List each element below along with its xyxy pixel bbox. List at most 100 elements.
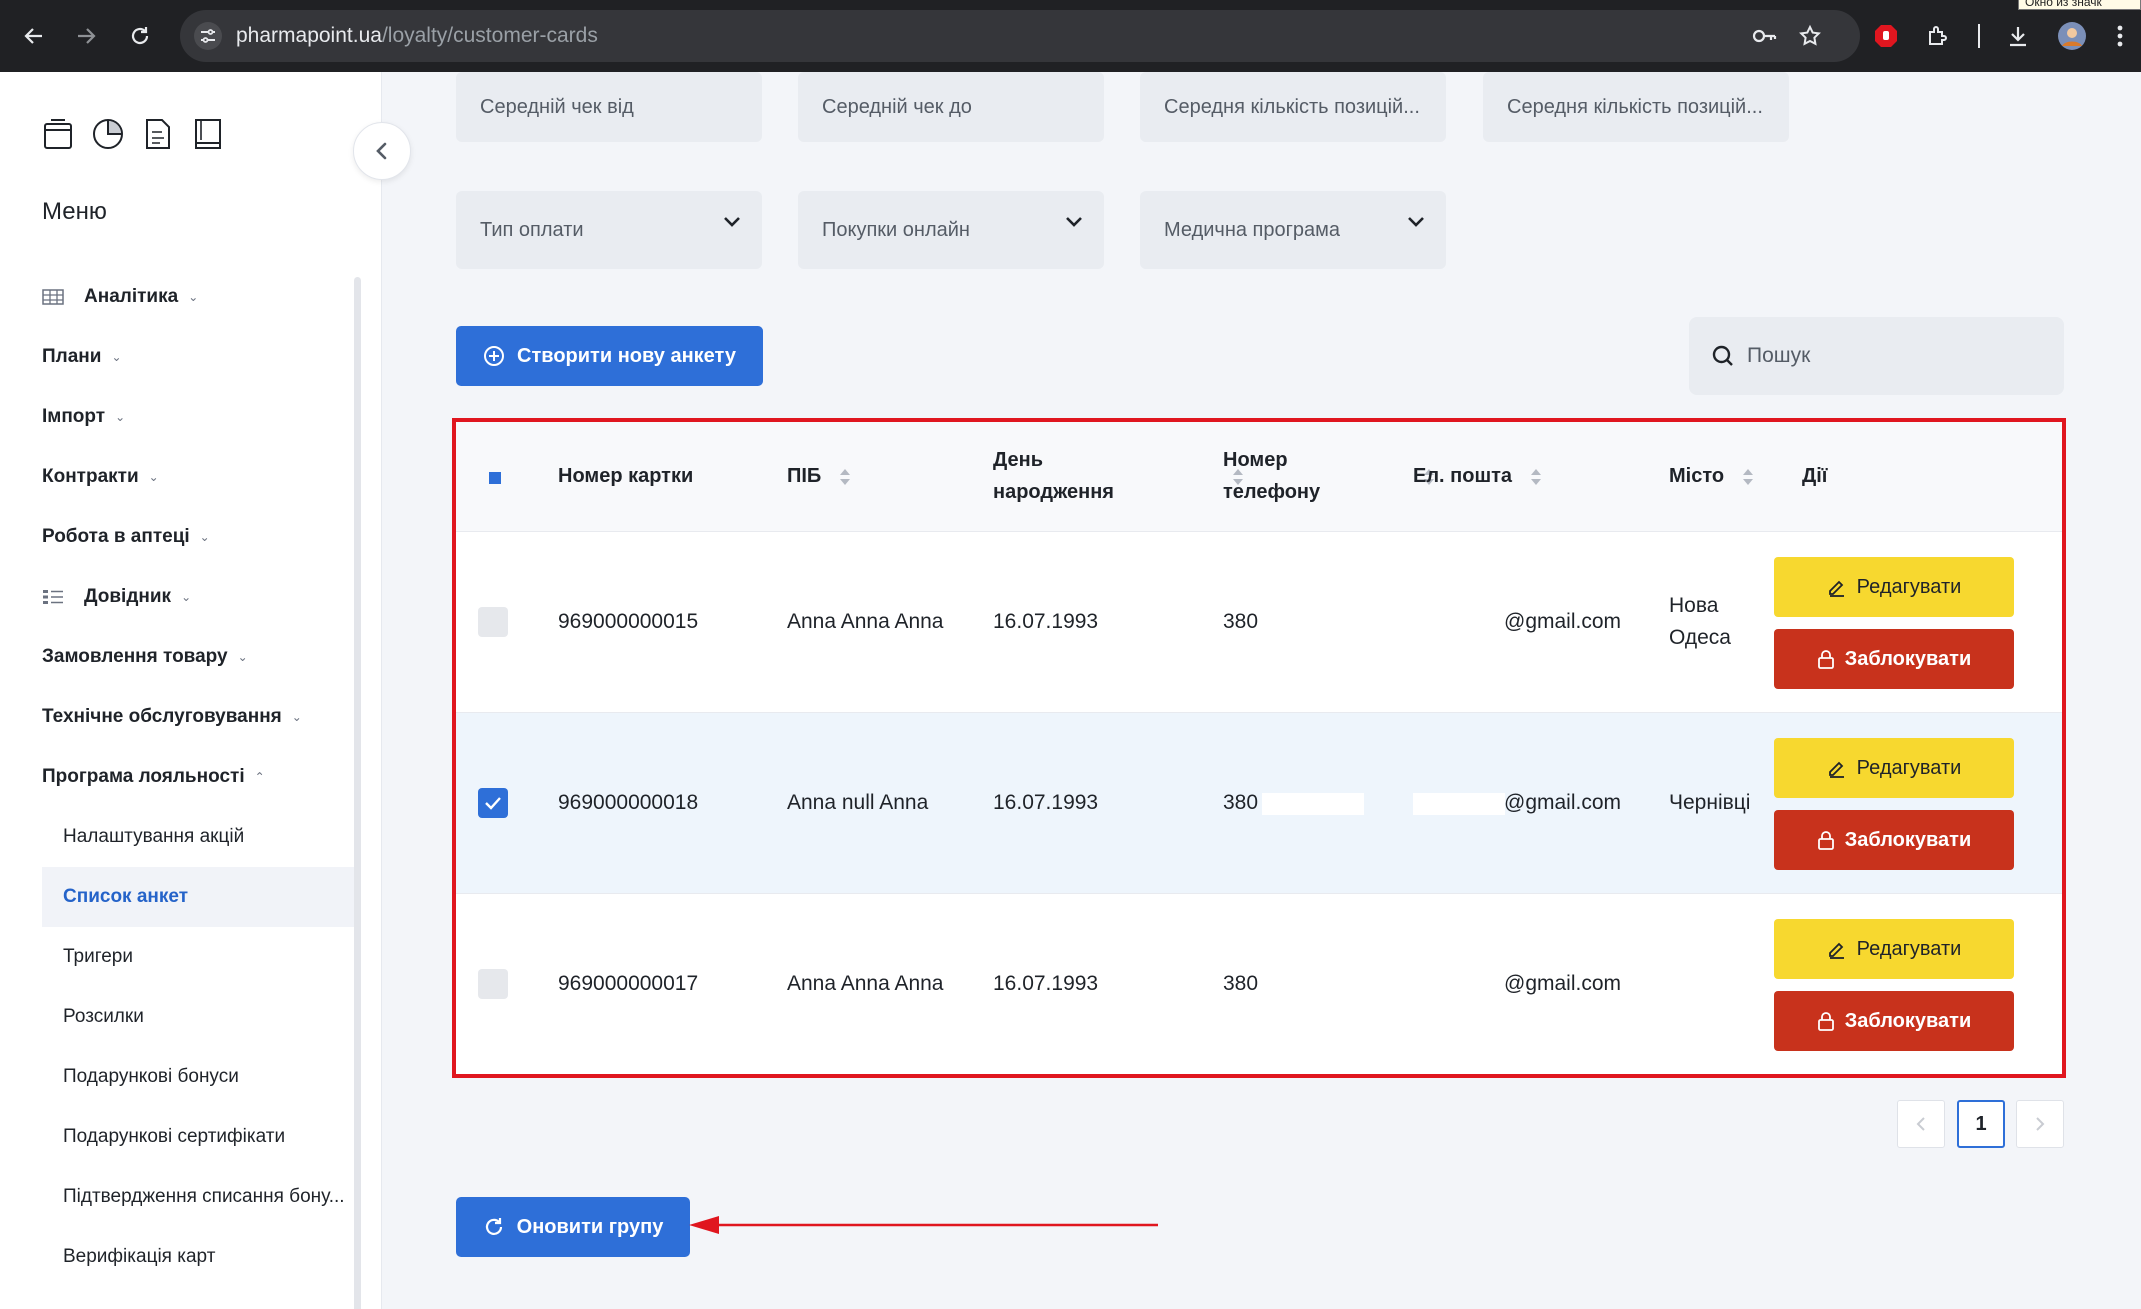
checkmark-icon xyxy=(485,797,501,810)
main-content: Середній чек від Середній чек до Середня… xyxy=(382,72,2141,1309)
menu-title: Меню xyxy=(42,198,107,225)
row-checkbox[interactable] xyxy=(478,969,508,999)
site-settings-icon[interactable] xyxy=(194,22,222,50)
sidebar-item-label: Аналітика xyxy=(84,286,179,307)
name-cell: Anna null Anna xyxy=(787,791,929,814)
document-icon[interactable] xyxy=(142,116,174,152)
sidebar-item-label: Довідник xyxy=(84,586,172,607)
sort-icon xyxy=(1742,468,1753,485)
edit-button[interactable]: Редагувати xyxy=(1774,919,2014,979)
avg-items-from-field[interactable]: Середня кількість позицій... xyxy=(1140,72,1446,142)
chevron-up-icon: ⌃ xyxy=(254,770,265,784)
chevron-left-icon xyxy=(1916,1117,1925,1131)
pie-chart-icon[interactable] xyxy=(92,116,124,152)
sidebar-quick-icons xyxy=(42,116,224,152)
chevron-down-icon: ⌄ xyxy=(188,290,199,304)
chevron-right-icon xyxy=(2036,1117,2045,1131)
sidebar-subitem-triggers[interactable]: Тригери xyxy=(42,927,354,987)
chevron-down-icon: ⌄ xyxy=(291,710,302,724)
col-birthday[interactable]: День народження xyxy=(993,444,1114,508)
sidebar-item-pharmacy-work[interactable]: Робота в аптеці ⌄ xyxy=(42,507,210,567)
extensions-puzzle-icon[interactable] xyxy=(1920,18,1956,54)
col-name[interactable]: ПІБ xyxy=(787,460,851,492)
sidebar-item-reference[interactable]: Довідник ⌄ xyxy=(42,567,191,627)
sidebar-item-loyalty[interactable]: Програма лояльності ⌃ xyxy=(42,747,265,807)
bookmark-star-icon[interactable] xyxy=(1792,18,1828,54)
chevron-down-icon xyxy=(724,217,740,227)
online-purchases-select[interactable]: Покупки онлайн xyxy=(798,191,1104,269)
sidebar-item-import[interactable]: Імпорт ⌄ xyxy=(42,387,125,447)
store-icon[interactable] xyxy=(42,116,74,152)
chevron-down-icon: ⌄ xyxy=(199,530,210,544)
chevron-down-icon xyxy=(1066,217,1082,227)
sidebar-subitem-bonus-writeoff[interactable]: Підтвердження списання бону... xyxy=(42,1167,354,1227)
url-text: pharmapoint.ua/loyalty/customer-cards xyxy=(236,24,598,47)
col-phone[interactable]: Номер телефону xyxy=(1223,444,1320,508)
sidebar-item-label: Програма лояльності xyxy=(42,766,245,787)
medical-program-select[interactable]: Медична програма xyxy=(1140,191,1446,269)
sidebar-subitem-questionnaire-list[interactable]: Список анкет xyxy=(42,867,354,927)
lock-icon xyxy=(1817,831,1834,850)
birthday-cell: 16.07.1993 xyxy=(993,610,1099,633)
block-button[interactable]: Заблокувати xyxy=(1774,991,2014,1051)
sidebar-item-plans[interactable]: Плани ⌄ xyxy=(42,327,122,387)
address-bar[interactable]: pharmapoint.ua/loyalty/customer-cards xyxy=(180,10,1860,62)
search-input[interactable]: Пошук xyxy=(1689,317,2064,395)
table-grid-icon xyxy=(42,288,64,306)
sidebar-item-analytics[interactable]: Аналітика ⌄ xyxy=(42,267,198,327)
sidebar-subitem-gift-bonuses[interactable]: Подарункові бонуси xyxy=(42,1047,354,1107)
page-1-button[interactable]: 1 xyxy=(1957,1100,2005,1148)
avg-check-to-field[interactable]: Середній чек до xyxy=(798,72,1104,142)
select-all-checkbox[interactable] xyxy=(489,472,501,484)
birthday-cell: 16.07.1993 xyxy=(993,972,1099,995)
back-icon[interactable] xyxy=(16,18,52,54)
more-menu-icon[interactable] xyxy=(2108,18,2132,54)
row-checkbox[interactable] xyxy=(478,607,508,637)
password-key-icon[interactable] xyxy=(1746,18,1782,54)
payment-type-select[interactable]: Тип оплати xyxy=(456,191,762,269)
list-icon xyxy=(42,588,64,606)
sidebar-subitem-gift-certificates[interactable]: Подарункові сертифікати xyxy=(42,1107,354,1167)
edit-button[interactable]: Редагувати xyxy=(1774,738,2014,798)
block-button[interactable]: Заблокувати xyxy=(1774,810,2014,870)
col-city[interactable]: Місто xyxy=(1669,460,1754,492)
table-row: 969000000017 Anna Anna Anna 16.07.1993 3… xyxy=(456,894,2062,1075)
sidebar-item-orders[interactable]: Замовлення товару ⌄ xyxy=(42,627,248,687)
customer-cards-table: Номер картки ПІБ День народження Номер т… xyxy=(452,418,2066,1078)
chevron-down-icon xyxy=(1408,217,1424,227)
create-questionnaire-button[interactable]: Створити нову анкету xyxy=(456,326,763,386)
col-email[interactable]: Ел. пошта xyxy=(1413,460,1542,492)
chevron-down-icon: ⌄ xyxy=(181,590,192,604)
book-icon[interactable] xyxy=(192,116,224,152)
edit-button[interactable]: Редагувати xyxy=(1774,557,2014,617)
pencil-icon xyxy=(1828,580,1844,597)
downloads-icon[interactable] xyxy=(2000,18,2036,54)
sidebar-item-contracts[interactable]: Контракти ⌄ xyxy=(42,447,159,507)
adblock-extension-icon[interactable] xyxy=(1868,18,1904,54)
city-cell: Нова Одеса xyxy=(1669,594,1731,649)
browser-toolbar: pharmapoint.ua/loyalty/customer-cards Ок… xyxy=(0,0,2141,72)
block-button[interactable]: Заблокувати xyxy=(1774,629,2014,689)
sidebar-subitem-card-verification[interactable]: Верифікація карт xyxy=(42,1227,354,1287)
next-page-button[interactable] xyxy=(2016,1100,2064,1148)
sidebar-item-label: Технічне обслуговування xyxy=(42,706,282,727)
sidebar-collapse-button[interactable] xyxy=(353,122,411,180)
sidebar-scrollbar[interactable] xyxy=(354,277,361,1309)
row-checkbox-checked[interactable] xyxy=(478,788,508,818)
forward-icon[interactable] xyxy=(68,18,104,54)
phone-cell: 380 xyxy=(1223,972,1259,995)
plus-circle-icon xyxy=(484,346,505,366)
profile-avatar[interactable] xyxy=(2054,18,2090,54)
col-card-number[interactable]: Номер картки xyxy=(558,460,693,492)
sidebar-subitem-mailings[interactable]: Розсилки xyxy=(42,987,354,1047)
reload-icon[interactable] xyxy=(122,18,158,54)
email-cell: @gmail.com xyxy=(1504,791,1622,814)
sidebar-item-maintenance[interactable]: Технічне обслуговування ⌄ xyxy=(42,687,302,747)
sort-icon xyxy=(1530,468,1541,485)
avg-check-from-field[interactable]: Середній чек від xyxy=(456,72,762,142)
avg-items-to-field[interactable]: Середня кількість позицій... xyxy=(1483,72,1789,142)
prev-page-button[interactable] xyxy=(1897,1100,1945,1148)
annotation-arrow xyxy=(689,1216,1158,1234)
sidebar-subitem-promo-settings[interactable]: Налаштування акцій xyxy=(42,807,354,867)
update-group-button[interactable]: Оновити групу xyxy=(456,1197,690,1257)
